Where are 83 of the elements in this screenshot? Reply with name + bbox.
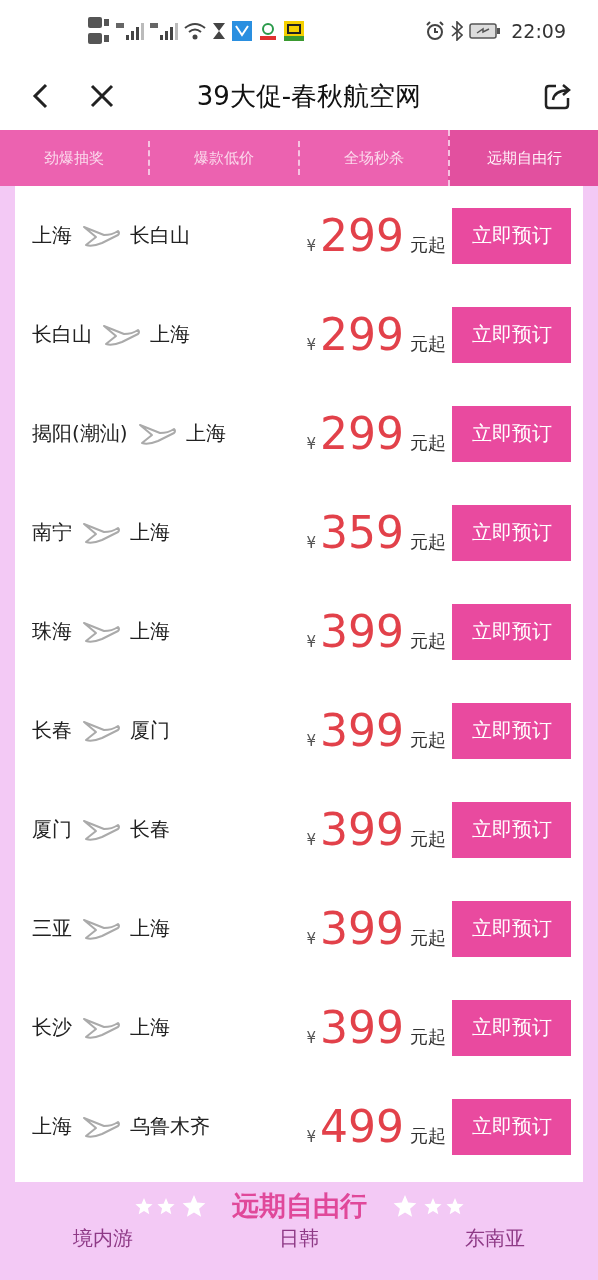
fare-price: 399	[320, 903, 404, 954]
book-button[interactable]: 立即预订	[452, 405, 571, 462]
price-suffix: 元起	[410, 1025, 446, 1049]
departure-city: 长沙	[32, 1014, 72, 1041]
arrival-city: 厦门	[130, 717, 170, 744]
arrival-city: 乌鲁木齐	[130, 1113, 210, 1140]
section-title: 远期自由行	[231, 1189, 367, 1223]
price-suffix: 元起	[410, 728, 446, 752]
currency-sign: ¥	[306, 930, 316, 948]
hourglass-icon	[212, 22, 226, 40]
back-icon	[32, 83, 48, 109]
arrival-city: 长白山	[130, 222, 190, 249]
price-suffix: 元起	[410, 332, 446, 356]
book-button[interactable]: 立即预订	[452, 999, 571, 1056]
fare-price: 399	[320, 606, 404, 657]
app-icon	[232, 21, 252, 41]
currency-sign: ¥	[306, 534, 316, 552]
fare-price: 399	[320, 804, 404, 855]
wifi-icon	[184, 22, 206, 40]
departure-city: 三亚	[32, 915, 72, 942]
departure-city: 珠海	[32, 618, 72, 645]
arrival-city: 上海	[130, 519, 170, 546]
departure-city: 厦门	[32, 816, 72, 843]
nav-tab[interactable]: 远期自由行	[448, 130, 598, 186]
signal-icon	[150, 21, 178, 41]
arrival-city: 上海	[130, 618, 170, 645]
book-button[interactable]: 立即预订	[452, 207, 571, 264]
clock-time: 22:09	[511, 20, 566, 42]
departure-city: 长白山	[32, 321, 92, 348]
signal-icon	[116, 21, 144, 41]
currency-sign: ¥	[306, 633, 316, 651]
currency-sign: ¥	[306, 1029, 316, 1047]
nav-tab[interactable]: 爆款低价	[148, 141, 298, 175]
arrival-city: 上海	[185, 420, 226, 447]
nav-tab[interactable]: 劲爆抽奖	[0, 141, 148, 175]
book-button[interactable]: 立即预订	[452, 306, 571, 363]
book-button[interactable]: 立即预订	[452, 504, 571, 561]
sim-icon	[88, 16, 110, 46]
book-button[interactable]: 立即预订	[452, 900, 571, 957]
book-button[interactable]: 立即预订	[452, 1098, 571, 1155]
departure-city: 揭阳(潮汕)	[32, 420, 128, 447]
app-icon	[258, 21, 278, 41]
fare-price: 399	[320, 1002, 404, 1053]
battery-icon	[469, 23, 502, 39]
departure-city: 上海	[32, 1113, 72, 1140]
fare-price: 299	[320, 309, 404, 360]
departure-city: 上海	[32, 222, 72, 249]
bluetooth-icon	[451, 21, 464, 41]
price-suffix: 元起	[410, 431, 446, 455]
departure-city: 南宁	[32, 519, 72, 546]
price-suffix: 元起	[410, 926, 446, 950]
book-button[interactable]: 立即预订	[452, 702, 571, 759]
alarm-icon	[425, 21, 446, 41]
currency-sign: ¥	[306, 435, 316, 453]
arrival-city: 上海	[130, 1014, 170, 1041]
currency-sign: ¥	[306, 1128, 316, 1146]
departure-city: 长春	[32, 717, 72, 744]
category-tab[interactable]: 东南亚	[461, 1226, 529, 1250]
currency-sign: ¥	[306, 831, 316, 849]
page-title: 39大促-春秋航空网	[195, 79, 423, 113]
currency-sign: ¥	[306, 237, 316, 255]
share-icon	[544, 82, 572, 110]
price-suffix: 元起	[410, 629, 446, 653]
price-suffix: 元起	[410, 530, 446, 554]
book-button[interactable]: 立即预订	[452, 801, 571, 858]
price-suffix: 元起	[410, 827, 446, 851]
arrival-city: 上海	[150, 321, 190, 348]
category-tab[interactable]: 境内游	[69, 1226, 137, 1250]
app-icon	[284, 21, 304, 41]
currency-sign: ¥	[306, 732, 316, 750]
fare-price: 299	[320, 210, 404, 261]
fare-price: 399	[320, 705, 404, 756]
fare-price: 299	[320, 408, 404, 459]
arrival-city: 上海	[130, 915, 170, 942]
category-tab[interactable]: 日韩	[275, 1226, 323, 1250]
price-suffix: 元起	[410, 233, 446, 257]
price-suffix: 元起	[410, 1124, 446, 1148]
arrival-city: 长春	[130, 816, 170, 843]
book-button[interactable]: 立即预订	[452, 603, 571, 660]
fare-price: 359	[320, 507, 404, 558]
fare-price: 499	[320, 1101, 404, 1152]
currency-sign: ¥	[306, 336, 316, 354]
close-icon	[90, 84, 114, 108]
